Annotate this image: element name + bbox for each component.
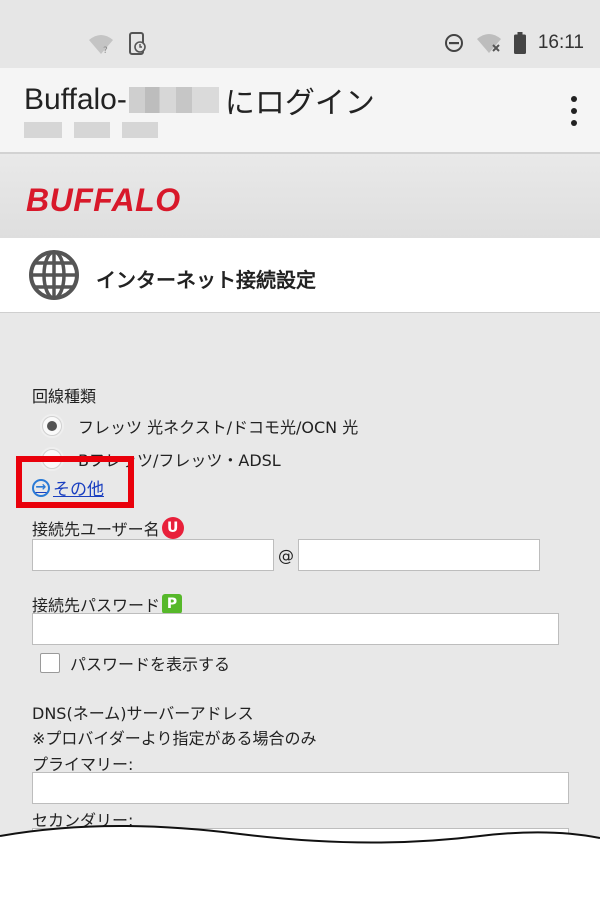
brand-header: BUFFALO <box>0 152 600 240</box>
username-label-row: 接続先ユーザー名 U <box>32 516 184 540</box>
u-badge-icon: U <box>161 517 184 539</box>
dns-note: ※プロバイダーより指定がある場合のみ <box>32 729 317 748</box>
password-input[interactable] <box>32 613 559 645</box>
username-label: 接続先ユーザー名 <box>32 520 160 539</box>
status-left-icons: ? <box>88 32 148 56</box>
settings-form: 回線種類 フレッツ 光ネクスト/ドコモ光/OCN 光 Bフレッツ/フレッツ・AD… <box>0 313 600 903</box>
redacted-model-name <box>128 87 219 113</box>
redacted-address <box>24 122 158 138</box>
show-password-checkbox[interactable] <box>40 653 60 673</box>
section-title: インターネット接続設定 <box>96 268 316 292</box>
title-prefix: Buffalo- <box>24 83 127 116</box>
show-password-label: パスワードを表示する <box>70 655 231 674</box>
battery-icon <box>513 32 526 54</box>
app-bar: Buffalo- にログイン <box>0 68 600 152</box>
buffalo-logo: BUFFALO <box>26 182 181 218</box>
page-title: Buffalo- にログイン <box>24 78 375 122</box>
section-header: インターネット接続設定 <box>0 238 600 313</box>
wifi-off-icon <box>476 34 501 53</box>
do-not-disturb-icon <box>444 34 463 52</box>
dns-label: DNS(ネーム)サーバーアドレス <box>32 704 254 723</box>
globe-icon <box>29 250 79 300</box>
at-sign: @ <box>278 546 294 565</box>
status-time: 16:11 <box>537 32 584 53</box>
svg-text:?: ? <box>103 46 108 55</box>
status-bar: ? 16:11 <box>0 0 600 68</box>
radio-option-flets-next[interactable]: フレッツ 光ネクスト/ドコモ光/OCN 光 <box>42 414 358 438</box>
title-suffix: にログイン <box>224 87 375 120</box>
username-domain-input[interactable] <box>298 539 540 571</box>
username-input[interactable] <box>32 539 274 571</box>
dns-primary-input[interactable] <box>32 772 569 804</box>
show-password-toggle[interactable]: パスワードを表示する <box>40 651 230 675</box>
radio-button-selected[interactable] <box>42 416 62 436</box>
torn-edge-decoration <box>0 825 600 903</box>
radio-option-label: フレッツ 光ネクスト/ドコモ光/OCN 光 <box>78 418 359 437</box>
highlight-box <box>16 456 134 508</box>
phone-clock-icon <box>129 32 146 55</box>
more-vert-icon[interactable] <box>570 96 578 126</box>
status-right-icons: 16:11 <box>444 32 584 54</box>
line-type-label: 回線種類 <box>32 387 97 406</box>
p-badge-icon: P <box>162 594 183 614</box>
wifi-unknown-icon: ? <box>89 35 113 55</box>
